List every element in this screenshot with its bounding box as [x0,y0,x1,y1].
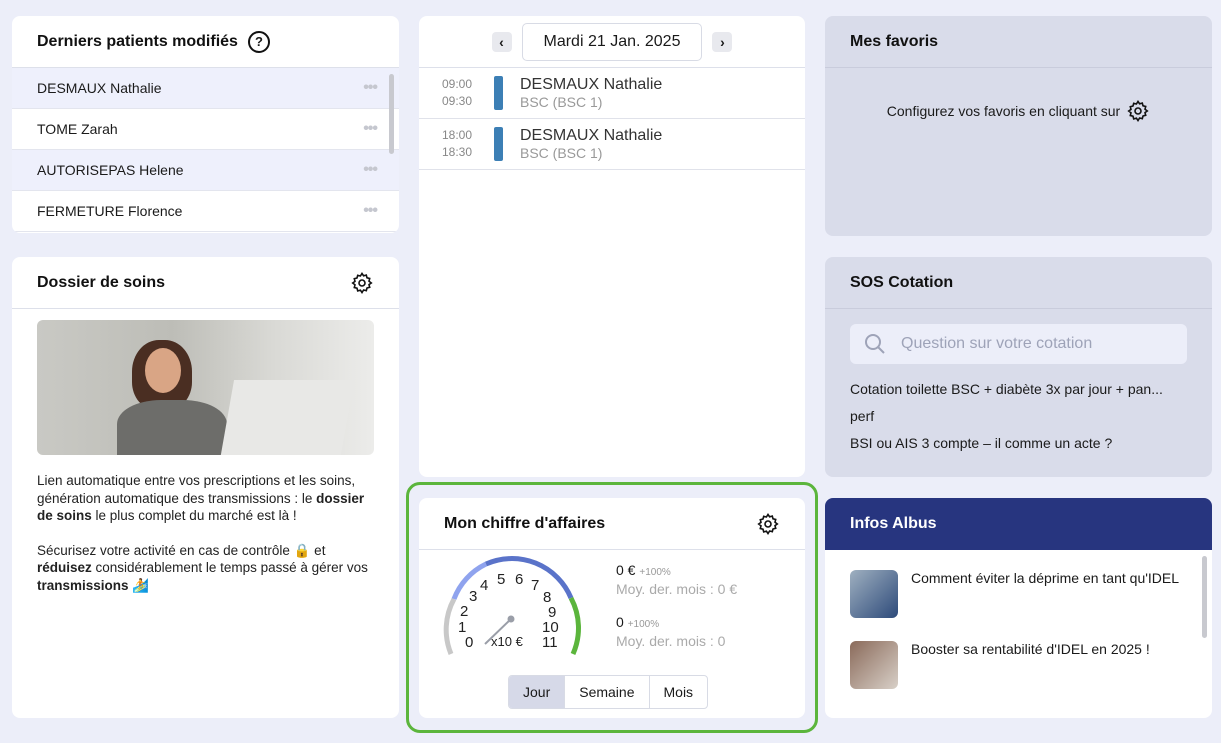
news-thumbnail [850,641,898,689]
period-semaine[interactable]: Semaine [565,676,650,708]
favorites-hint: Configurez vos favoris en cliquant sur [886,103,1121,119]
patient-row[interactable]: TOME Zarah ••• [12,109,399,150]
revenue-title: Mon chiffre d'affaires [444,514,606,532]
dossier-illustration [37,320,374,455]
gear-icon[interactable] [756,512,780,536]
patient-row[interactable]: AUTORISEPAS Helene ••• [12,150,399,191]
sos-title: SOS Cotation [850,273,954,291]
more-icon[interactable]: ••• [363,161,378,179]
news-thumbnail [850,570,898,618]
sos-question[interactable]: perf [850,403,1187,430]
news-item[interactable]: Comment éviter la déprime en tant qu'IDE… [825,570,1212,618]
sos-cotation-card: SOS Cotation Question sur votre cotation… [825,257,1212,477]
appointment-color-bar [494,76,503,110]
patient-name: DESMAUX Nathalie [37,80,162,96]
gauge-tick: 5 [497,571,505,588]
prev-day-button[interactable]: ‹ [491,31,512,52]
period-mois[interactable]: Mois [650,676,708,708]
infos-title: Infos Albus [850,515,937,532]
sos-question[interactable]: BSI ou AIS 3 compte – il comme un acte ? [850,430,1187,457]
next-day-button[interactable]: › [712,31,733,52]
favorites-title: Mes favoris [850,32,939,50]
infos-albus-card: Infos Albus Comment éviter la déprime en… [825,498,1212,718]
revenue-card: Mon chiffre d'affaires 0 1 2 3 4 5 6 7 8… [419,498,805,718]
help-icon[interactable]: ? [247,30,270,53]
more-icon[interactable]: ••• [363,79,378,97]
gauge-unit: x10 € [491,634,524,649]
more-icon[interactable]: ••• [363,202,378,220]
favorites-card: Mes favoris Configurez vos favoris en cl… [825,16,1212,236]
date-picker[interactable]: Mardi 21 Jan. 2025 [521,22,703,61]
dossier-title: Dossier de soins [37,273,166,291]
news-item[interactable]: Booster sa rentabilité d'IDEL en 2025 ! [825,641,1212,689]
appointment[interactable]: 18:00 18:30 DESMAUX Nathalie BSC (BSC 1) [419,119,805,170]
recent-patients-title: Derniers patients modifiés [37,32,238,50]
period-selector: Jour Semaine Mois [508,675,709,709]
dossier-description: Lien automatique entre vos prescriptions… [37,473,368,593]
appointment[interactable]: 09:00 09:30 DESMAUX Nathalie BSC (BSC 1) [419,68,805,119]
scrollbar[interactable] [1202,556,1207,638]
gauge-tick: 6 [515,571,523,588]
scrollbar[interactable] [389,74,394,154]
gauge-tick: 4 [480,577,488,594]
gauge-tick: 0 [465,634,473,651]
dossier-card: Dossier de soins Lien automatique entre … [12,257,399,718]
gauge-tick: 11 [542,634,558,651]
gauge-tick: 1 [458,619,466,636]
gauge-tick: 2 [460,603,468,620]
search-icon [865,334,885,354]
gauge-tick: 3 [469,588,477,605]
recent-patients-card: Derniers patients modifiés ? DESMAUX Nat… [12,16,399,233]
patient-row[interactable]: FERMETURE Florence ••• [12,191,399,232]
gauge-tick: 7 [531,577,539,594]
gear-icon[interactable] [350,271,374,295]
revenue-stats: 0 € +100% Moy. der. mois : 0 € 0 +100% M… [616,562,738,649]
patient-name: AUTORISEPAS Helene [37,162,184,178]
appointment-color-bar [494,127,503,161]
sos-question[interactable]: Cotation toilette BSC + diabète 3x par j… [850,376,1187,403]
agenda-card: ‹ Mardi 21 Jan. 2025 › 09:00 09:30 DESMAU… [419,16,805,477]
patient-name: FERMETURE Florence [37,203,183,219]
more-icon[interactable]: ••• [363,120,378,138]
patient-row[interactable]: DESMAUX Nathalie ••• [12,68,399,109]
gear-icon[interactable] [1126,99,1150,123]
patient-name: TOME Zarah [37,121,118,137]
revenue-gauge: 0 1 2 3 4 5 6 7 8 9 10 11 x10 € [443,556,581,656]
sos-search-input[interactable]: Question sur votre cotation [850,324,1187,364]
period-jour[interactable]: Jour [509,676,566,708]
